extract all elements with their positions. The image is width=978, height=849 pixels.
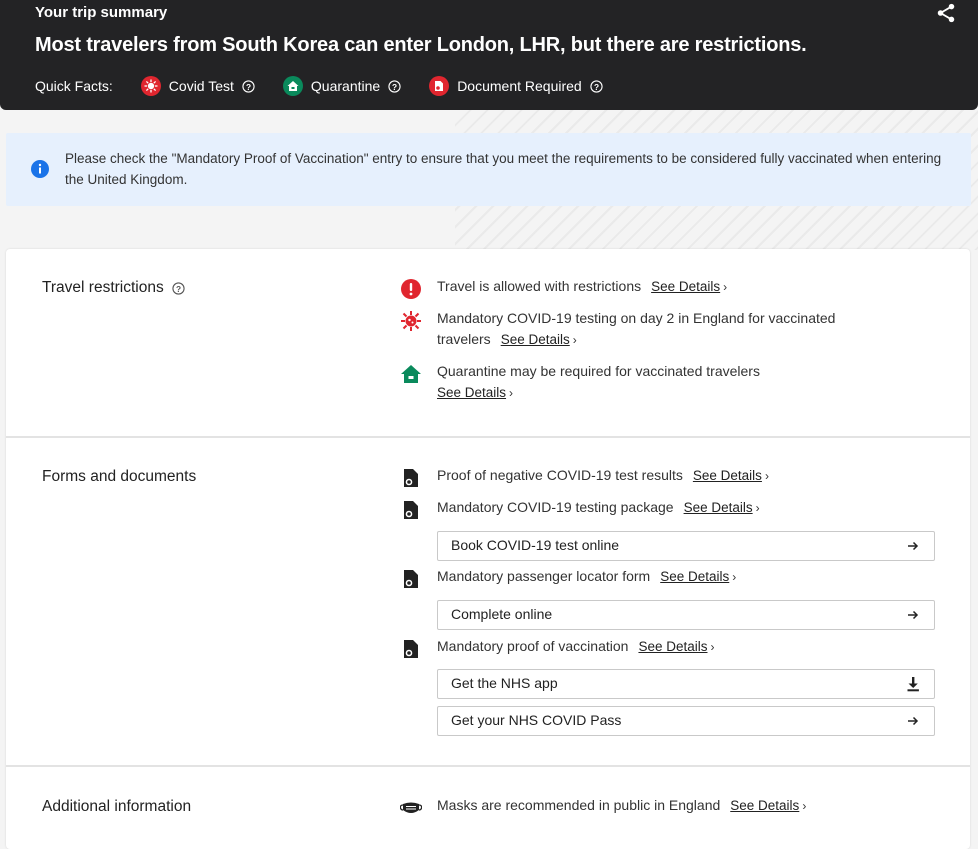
section-title-text: Travel restrictions	[42, 279, 164, 296]
virus-icon	[140, 76, 161, 96]
help-icon[interactable]: ?	[388, 79, 401, 93]
quick-facts-label: Quick Facts:	[35, 78, 113, 94]
document-icon	[404, 469, 418, 487]
see-details-link[interactable]: See Details	[501, 332, 570, 347]
document-icon	[404, 570, 418, 588]
help-icon[interactable]: ?	[242, 79, 255, 93]
complete-online-button[interactable]: Complete online	[437, 600, 935, 630]
quick-fact-label: Covid Test	[168, 78, 234, 94]
item-text: Mandatory COVID-19 testing package	[437, 499, 674, 515]
mask-icon	[400, 802, 422, 813]
quick-fact-label: Quarantine	[310, 78, 381, 94]
help-icon[interactable]: ?	[590, 79, 603, 93]
house-icon	[282, 76, 303, 96]
quick-fact-document-required[interactable]: Document Required ?	[429, 76, 603, 96]
share-icon[interactable]	[935, 2, 957, 24]
item-text: Masks are recommended in public in Engla…	[437, 797, 721, 813]
banner-message: Please check the "Mandatory Proof of Vac…	[65, 151, 942, 187]
alert-icon	[401, 279, 421, 299]
document-icon	[429, 76, 450, 96]
svg-text:?: ?	[176, 283, 181, 293]
section-title-travel-restrictions: Travel restrictions ?	[42, 279, 185, 297]
button-label: Get your NHS COVID Pass	[451, 712, 622, 728]
button-label: Book COVID-19 test online	[451, 537, 620, 553]
quick-fact-label: Document Required	[457, 78, 582, 94]
chevron-right-icon: ›	[755, 501, 760, 515]
see-details-link[interactable]: See Details	[684, 500, 753, 515]
section-divider	[6, 765, 970, 767]
chevron-right-icon: ›	[710, 640, 715, 654]
button-label: Get the NHS app	[451, 675, 558, 691]
info-icon	[31, 160, 49, 178]
svg-text:?: ?	[392, 81, 397, 91]
section-title-text: Additional information	[42, 798, 192, 815]
item-text: Quarantine may be required for vaccinate…	[437, 363, 760, 379]
button-label: Complete online	[451, 606, 553, 622]
arrow-right-icon	[908, 541, 919, 551]
svg-text:?: ?	[594, 81, 599, 91]
header-title: Most travelers from South Korea can ente…	[35, 34, 807, 56]
download-icon	[907, 677, 919, 692]
see-details-link[interactable]: See Details	[730, 798, 799, 813]
see-details-link[interactable]: See Details	[660, 569, 729, 584]
document-icon	[404, 501, 418, 519]
house-icon	[401, 365, 421, 383]
quick-fact-quarantine[interactable]: Quarantine ?	[282, 76, 401, 96]
see-details-link[interactable]: See Details	[651, 279, 720, 294]
get-nhs-covid-pass-button[interactable]: Get your NHS COVID Pass	[437, 706, 935, 736]
see-details-link[interactable]: See Details	[693, 468, 762, 483]
section-title-forms-documents: Forms and documents	[42, 468, 196, 486]
item-text: Proof of negative COVID-19 test results	[437, 467, 683, 483]
section-title-additional-information: Additional information	[42, 798, 191, 816]
section-title-text: Forms and documents	[42, 468, 197, 485]
svg-text:?: ?	[246, 81, 251, 91]
item-text: Mandatory passenger locator form	[437, 568, 651, 584]
chevron-right-icon: ›	[572, 333, 577, 347]
see-details-link[interactable]: See Details	[638, 639, 707, 654]
arrow-right-icon	[908, 716, 919, 726]
get-nhs-app-button[interactable]: Get the NHS app	[437, 669, 935, 699]
see-details-link[interactable]: See Details	[437, 385, 506, 400]
chevron-right-icon: ›	[764, 469, 769, 483]
header-subtitle: Your trip summary	[35, 4, 168, 21]
virus-icon	[401, 311, 421, 331]
item-text: Mandatory COVID-19 testing on day 2 in E…	[437, 310, 836, 347]
chevron-right-icon: ›	[509, 386, 514, 400]
chevron-right-icon: ›	[802, 799, 807, 813]
quick-fact-covid-test[interactable]: Covid Test ?	[140, 76, 255, 96]
book-covid-test-button[interactable]: Book COVID-19 test online	[437, 531, 935, 561]
vaccination-info-banner: Please check the "Mandatory Proof of Vac…	[6, 133, 971, 206]
document-icon	[404, 640, 418, 658]
item-text: Mandatory proof of vaccination	[437, 638, 629, 654]
trip-summary-header: Your trip summary Most travelers from So…	[0, 0, 978, 110]
requirements-card: Travel restrictions ? Travel is allowed …	[6, 249, 970, 849]
section-divider	[6, 436, 970, 438]
chevron-right-icon: ›	[732, 570, 737, 584]
quick-facts: Quick Facts: Covid Test ? Quarantine ? D…	[35, 76, 631, 96]
arrow-right-icon	[908, 610, 919, 620]
item-text: Travel is allowed with restrictions	[437, 278, 642, 294]
chevron-right-icon: ›	[723, 280, 728, 294]
help-icon[interactable]: ?	[172, 281, 185, 295]
